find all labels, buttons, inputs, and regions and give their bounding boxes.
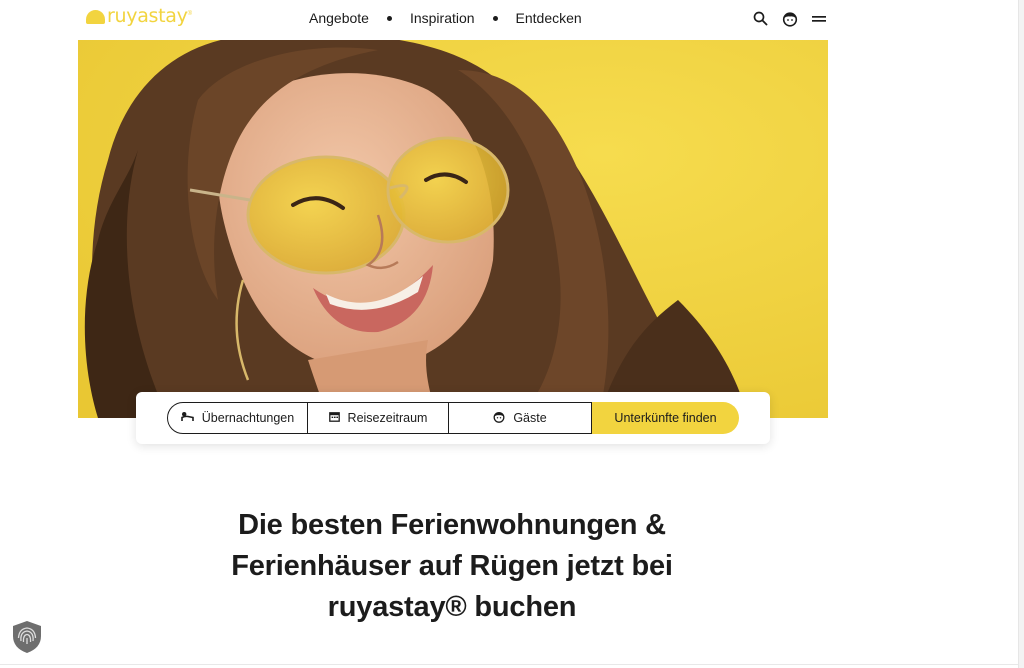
hero-illustration [78, 40, 828, 418]
nav-item-entdecken[interactable]: Entdecken [516, 10, 582, 26]
site-header: ruyastay ® Angebote Inspiration Entdecke… [0, 0, 1024, 38]
hero-image [78, 40, 828, 418]
find-accommodations-button[interactable]: Unterkünfte finden [592, 402, 739, 434]
nav-item-inspiration[interactable]: Inspiration [410, 10, 475, 26]
nav-item-angebote[interactable]: Angebote [309, 10, 369, 26]
brand-reg-mark: ® [187, 10, 192, 17]
shield-fingerprint-icon[interactable] [10, 619, 44, 655]
travel-dates-selector[interactable]: Reisezeitraum [308, 402, 449, 434]
headline-line-3: ruyastay® buchen [327, 591, 577, 623]
search-card: Übernachtungen Reisezeitraum Gäste Unter… [136, 392, 770, 444]
nights-selector[interactable]: Übernachtungen [167, 402, 308, 434]
brand-logo[interactable]: ruyastay ® [86, 7, 192, 26]
page-headline: Die besten Ferienwohnungen & Ferienhäuse… [150, 505, 754, 628]
headline-line-1: Die besten Ferienwohnungen & [238, 509, 666, 541]
travel-dates-label: Reisezeitraum [347, 411, 428, 425]
bed-icon [180, 411, 194, 425]
header-actions [752, 10, 827, 27]
page-divider [0, 664, 1018, 665]
menu-icon[interactable] [810, 10, 827, 27]
calendar-icon [328, 411, 340, 425]
nav-separator [386, 15, 392, 21]
guests-selector[interactable]: Gäste [449, 402, 592, 434]
logo-sun-icon [86, 9, 105, 24]
scrollbar[interactable] [1018, 0, 1024, 668]
search-form: Übernachtungen Reisezeitraum Gäste Unter… [167, 402, 739, 434]
search-icon[interactable] [752, 10, 769, 27]
user-face-icon[interactable] [781, 10, 798, 27]
guests-label: Gäste [513, 411, 547, 425]
nav-separator [492, 15, 498, 21]
guest-face-icon [493, 411, 505, 426]
brand-name: ruyastay [107, 5, 188, 27]
main-nav: Angebote Inspiration Entdecken [309, 10, 582, 26]
headline-line-2: Ferienhäuser auf Rügen jetzt bei [231, 550, 673, 582]
nights-label: Übernachtungen [201, 411, 295, 425]
